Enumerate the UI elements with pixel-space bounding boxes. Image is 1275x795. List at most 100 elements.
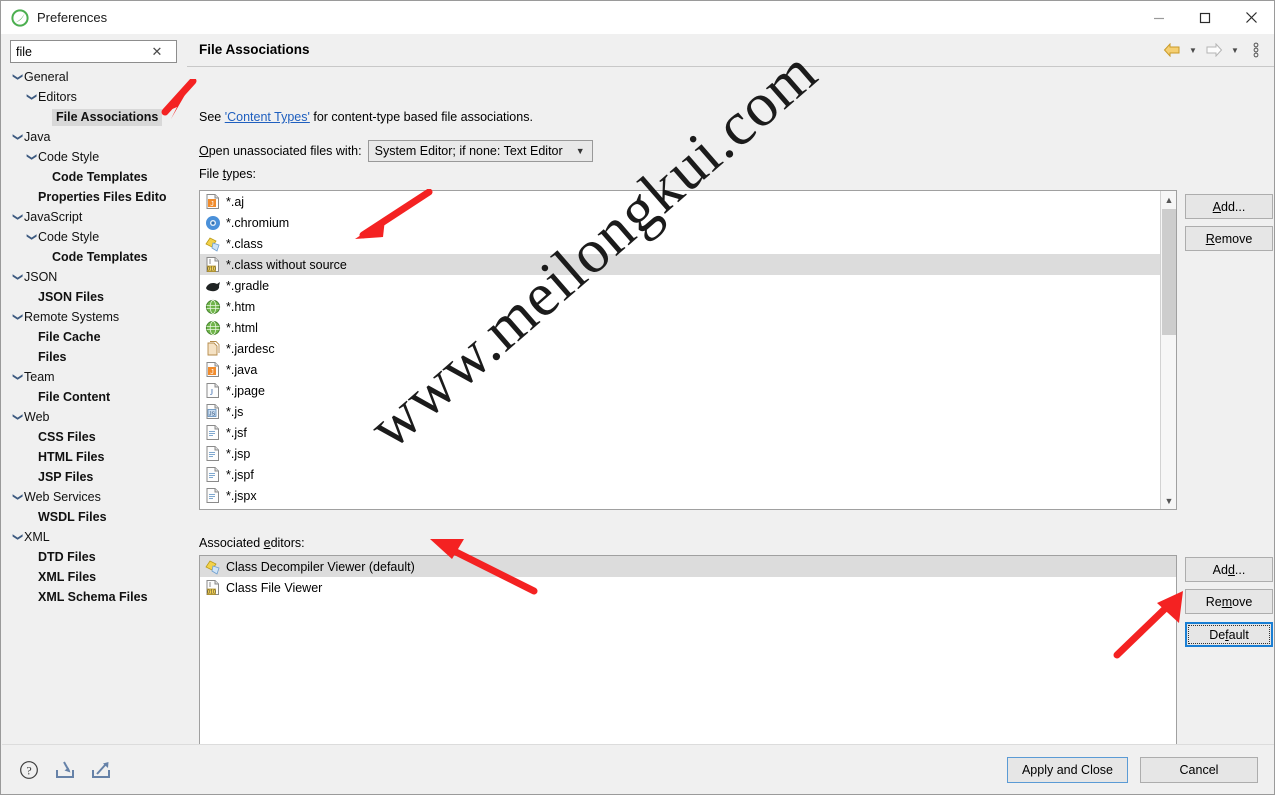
- unassociated-editor-value: System Editor; if none: Text Editor: [374, 144, 563, 158]
- list-item[interactable]: J *.java: [200, 359, 1176, 380]
- sidebar-item-file-associations[interactable]: File Associations: [10, 107, 185, 127]
- make-default-editor-button[interactable]: Default: [1185, 622, 1273, 647]
- gradle-file-icon: [204, 277, 222, 294]
- chevron-up-icon[interactable]: ▲: [1161, 191, 1176, 208]
- list-item[interactable]: J *.jpage: [200, 380, 1176, 401]
- export-preferences-icon[interactable]: [89, 758, 113, 782]
- sidebar-item-general[interactable]: ❯ General: [10, 67, 185, 87]
- forward-history-chevron-down-icon[interactable]: ▼: [1228, 39, 1242, 61]
- remove-file-type-button[interactable]: Remove: [1185, 226, 1273, 251]
- sidebar-item-remote-systems[interactable]: ❯ Remote Systems: [10, 307, 185, 327]
- list-item[interactable]: *.jsf: [200, 422, 1176, 443]
- file-types-list[interactable]: J *.aj *.chromium *.class 010 *.class without…: [199, 190, 1177, 510]
- remove-editor-button[interactable]: Remove: [1185, 589, 1273, 614]
- import-preferences-icon[interactable]: [53, 758, 77, 782]
- add-editor-button[interactable]: Add...: [1185, 557, 1273, 582]
- associated-editors-list[interactable]: Class Decompiler Viewer (default) 010 Clas…: [199, 555, 1177, 775]
- sidebar-item-json-files[interactable]: JSON Files: [10, 287, 185, 307]
- list-item-label: *.class: [226, 236, 263, 251]
- class-decompiler-icon: [204, 235, 222, 252]
- sidebar-item-file-cache[interactable]: File Cache: [10, 327, 185, 347]
- list-item[interactable]: Class Decompiler Viewer (default): [200, 556, 1176, 577]
- chevron-down-icon[interactable]: ❯: [12, 210, 23, 224]
- back-arrow-icon[interactable]: [1160, 39, 1184, 61]
- close-icon[interactable]: [1228, 1, 1274, 34]
- preferences-tree[interactable]: ❯ General ❯ Editors File Associations ❯ Java ❯ C…: [10, 67, 185, 752]
- maximize-icon[interactable]: [1182, 1, 1228, 34]
- list-item[interactable]: *.htm: [200, 296, 1176, 317]
- list-item[interactable]: J *.aj: [200, 191, 1176, 212]
- chevron-down-icon[interactable]: ❯: [26, 90, 37, 104]
- sidebar-item-label: Web Services: [24, 490, 101, 504]
- back-history-chevron-down-icon[interactable]: ▼: [1186, 39, 1200, 61]
- list-item[interactable]: *.jsp: [200, 443, 1176, 464]
- add-file-type-button[interactable]: Add...: [1185, 194, 1273, 219]
- sidebar-item-java[interactable]: ❯ Java: [10, 127, 185, 147]
- sidebar-item-code-style[interactable]: ❯ Code Style: [10, 227, 185, 247]
- minimize-icon[interactable]: [1136, 1, 1182, 34]
- sidebar-item-json[interactable]: ❯ JSON: [10, 267, 185, 287]
- chevron-down-icon[interactable]: ❯: [26, 230, 37, 244]
- chevron-down-icon[interactable]: ❯: [12, 370, 23, 384]
- list-item[interactable]: *.chromium: [200, 212, 1176, 233]
- list-item[interactable]: *.class: [200, 233, 1176, 254]
- forward-arrow-icon[interactable]: [1202, 39, 1226, 61]
- list-item[interactable]: *.gradle: [200, 275, 1176, 296]
- clear-icon[interactable]: ✕: [146, 45, 168, 58]
- page-title: File Associations: [199, 42, 310, 57]
- sidebar-item-code-style[interactable]: ❯ Code Style: [10, 147, 185, 167]
- sidebar-item-team[interactable]: ❯ Team: [10, 367, 185, 387]
- filter-search-box[interactable]: ✕: [10, 40, 177, 63]
- list-item[interactable]: *.jspf: [200, 464, 1176, 485]
- sidebar-item-xml-schema-files[interactable]: XML Schema Files: [10, 587, 185, 607]
- sidebar-item-wsdl-files[interactable]: WSDL Files: [10, 507, 185, 527]
- chevron-down-icon[interactable]: ❯: [12, 410, 23, 424]
- apply-and-close-button[interactable]: Apply and Close: [1006, 757, 1128, 783]
- chevron-down-icon[interactable]: ❯: [12, 70, 23, 84]
- content-types-link[interactable]: 'Content Types': [225, 110, 310, 124]
- chevron-down-icon[interactable]: ❯: [12, 130, 23, 144]
- text-file-icon: [204, 445, 222, 462]
- sidebar-item-properties-files-edito[interactable]: Properties Files Edito: [10, 187, 185, 207]
- see-suffix: for content-type based file associations…: [309, 110, 533, 124]
- sidebar-item-dtd-files[interactable]: DTD Files: [10, 547, 185, 567]
- button-label: ove: [1232, 594, 1253, 609]
- sidebar-item-files[interactable]: Files: [10, 347, 185, 367]
- sidebar-item-web-services[interactable]: ❯ Web Services: [10, 487, 185, 507]
- cancel-button[interactable]: Cancel: [1140, 757, 1258, 783]
- sidebar-item-file-content[interactable]: File Content: [10, 387, 185, 407]
- scrollbar-thumb[interactable]: [1162, 209, 1176, 335]
- sidebar-item-xml-files[interactable]: XML Files: [10, 567, 185, 587]
- sidebar-item-jsp-files[interactable]: JSP Files: [10, 467, 185, 487]
- sidebar-item-web[interactable]: ❯ Web: [10, 407, 185, 427]
- list-item[interactable]: 010 *.class without source: [200, 254, 1176, 275]
- list-item-label: *.chromium: [226, 215, 290, 230]
- chevron-down-icon[interactable]: ▼: [1161, 492, 1176, 509]
- vertical-ellipsis-icon[interactable]: [1244, 39, 1268, 61]
- sidebar-item-code-templates[interactable]: Code Templates: [10, 167, 185, 187]
- help-icon[interactable]: ?: [17, 758, 41, 782]
- list-item[interactable]: *.jspx: [200, 485, 1176, 506]
- chevron-down-icon[interactable]: ❯: [12, 490, 23, 504]
- list-item[interactable]: JS *.js: [200, 401, 1176, 422]
- list-item[interactable]: 010 Class File Viewer: [200, 577, 1176, 598]
- jar-desc-icon: [204, 340, 222, 357]
- chevron-down-icon[interactable]: ❯: [12, 530, 23, 544]
- chevron-down-icon[interactable]: ❯: [26, 150, 37, 164]
- search-input[interactable]: [11, 42, 146, 61]
- sidebar-item-label: Web: [24, 410, 50, 424]
- list-item[interactable]: *.html: [200, 317, 1176, 338]
- sidebar-item-css-files[interactable]: CSS Files: [10, 427, 185, 447]
- list-item-label: *.jsp: [226, 446, 251, 461]
- sidebar-item-editors[interactable]: ❯ Editors: [10, 87, 185, 107]
- sidebar-item-html-files[interactable]: HTML Files: [10, 447, 185, 467]
- file-types-vertical-scrollbar[interactable]: ▲ ▼: [1160, 191, 1176, 509]
- class-binary-icon: 010: [204, 579, 222, 596]
- sidebar-item-javascript[interactable]: ❯ JavaScript: [10, 207, 185, 227]
- unassociated-editor-select[interactable]: System Editor; if none: Text Editor ▼: [367, 140, 593, 162]
- sidebar-item-code-templates[interactable]: Code Templates: [10, 247, 185, 267]
- list-item[interactable]: *.jardesc: [200, 338, 1176, 359]
- chevron-down-icon[interactable]: ❯: [12, 310, 23, 324]
- sidebar-item-xml[interactable]: ❯ XML: [10, 527, 185, 547]
- chevron-down-icon[interactable]: ❯: [12, 270, 23, 284]
